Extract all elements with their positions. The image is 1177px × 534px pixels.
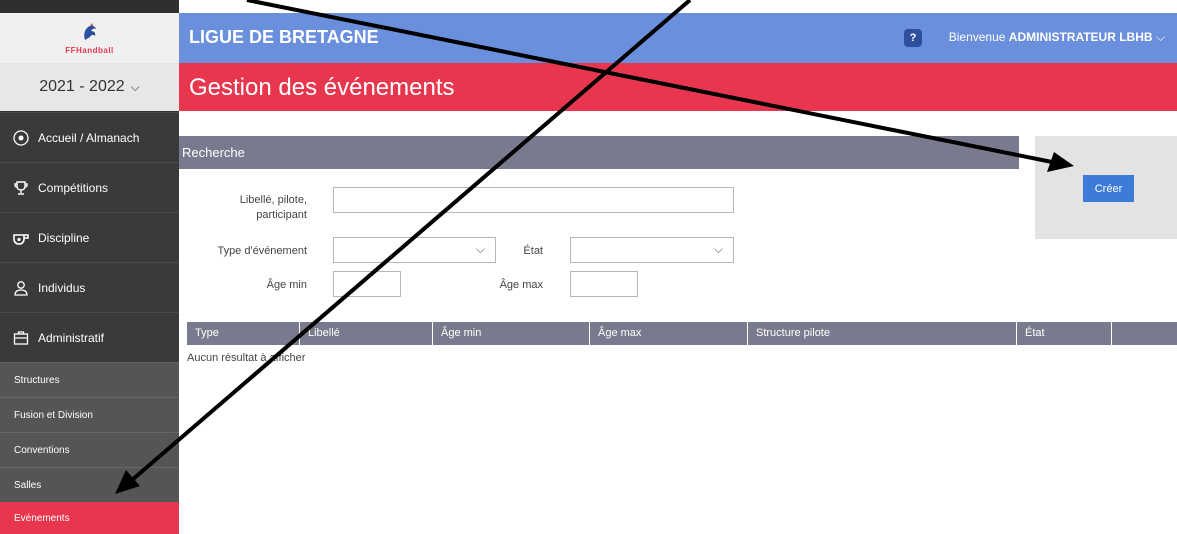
help-icon: ? [909,32,917,44]
type-select[interactable]: ⌵ [333,237,496,263]
sidebar-item-accueil[interactable]: Accueil / Almanach [0,112,179,162]
age-max-input[interactable] [570,271,638,297]
sidebar-item-label: Discipline [38,230,90,245]
type-label: Type d'événement [217,245,307,257]
sidebar-item-administratif[interactable]: Administratif [0,312,179,362]
chevron-down-icon: ⌵ [475,242,485,256]
logo[interactable]: FFHandball [0,13,179,63]
page-title: Gestion des événements [189,74,455,101]
sidebar-item-individus[interactable]: Individus [0,262,179,312]
col-structure[interactable]: Structure pilote [748,322,1017,345]
user-menu[interactable]: Bienvenue ADMINISTRATEUR LBHB ⌵ [949,30,1165,45]
age-max-label: Âge max [499,279,543,291]
sidebar-subitem-fusion[interactable]: Fusion et Division [0,397,179,432]
welcome-prefix: Bienvenue [948,30,1009,44]
results-table-header: Type Libellé Âge min Âge max Structure p… [187,322,1177,345]
search-heading: Recherche [179,136,1019,169]
page-title-bar: Gestion des événements [179,63,1177,111]
col-age-max[interactable]: Âge max [590,322,748,345]
help-button[interactable]: ? [904,29,922,47]
create-button[interactable]: Créer [1083,175,1134,202]
libelle-input[interactable] [333,187,734,213]
app-root: FFHandball 2021 - 2022 ⌵ Accueil / Alman… [0,0,1177,534]
logo-text: FFHandball [65,45,114,55]
sidebar-subitem-label: Fusion et Division [14,409,93,421]
trophy-icon [12,179,30,197]
sidebar-subitem-label: Evénements [14,513,70,524]
radio-icon [12,129,30,147]
rooster-logo-icon [83,22,96,40]
top-header: LIGUE DE BRETAGNE ? Bienvenue ADMINISTRA… [179,13,1177,63]
etat-label: État [523,245,543,257]
etat-select[interactable]: ⌵ [570,237,734,263]
col-libelle[interactable]: Libellé [300,322,433,345]
col-type[interactable]: Type [187,322,300,345]
col-etat[interactable]: État [1017,322,1112,345]
create-panel: Créer [1035,136,1177,239]
sidebar-item-label: Accueil / Almanach [38,130,140,145]
sidebar-subitem-evenements[interactable]: Evénements [0,502,179,534]
chevron-down-icon: ⌵ [713,242,723,256]
empty-results: Aucun résultat à afficher [187,352,306,364]
sidebar-item-competitions[interactable]: Compétitions [0,162,179,212]
sidebar-subitem-conventions[interactable]: Conventions [0,432,179,467]
sidebar-subitem-structures[interactable]: Structures [0,362,179,397]
chevron-down-icon: ⌵ [130,79,140,94]
sidebar-subitem-salles[interactable]: Salles [0,467,179,502]
briefcase-icon [12,329,30,347]
sidebar-item-discipline[interactable]: Discipline [0,212,179,262]
sidebar-subitem-label: Conventions [14,444,70,456]
chevron-down-icon: ⌵ [1155,30,1165,44]
sidebar-item-label: Administratif [38,330,105,345]
age-min-input[interactable] [333,271,401,297]
user-name: ADMINISTRATEUR LBHB [1008,30,1153,44]
season-selector[interactable]: 2021 - 2022 ⌵ [0,63,179,111]
sidebar: FFHandball 2021 - 2022 ⌵ Accueil / Alman… [0,0,179,534]
age-min-label: Âge min [266,279,307,291]
whistle-icon [12,229,30,247]
sidebar-item-label: Compétitions [38,180,109,195]
col-actions [1112,322,1177,345]
org-name: LIGUE DE BRETAGNE [189,27,379,47]
season-label: 2021 - 2022 [39,78,125,95]
sidebar-subitem-label: Salles [14,479,42,491]
sidebar-item-label: Individus [38,280,86,295]
sidebar-subitem-label: Structures [14,374,60,386]
libelle-label: Libellé, pilote, participant [239,194,307,221]
user-icon [12,279,30,297]
col-age-min[interactable]: Âge min [433,322,590,345]
